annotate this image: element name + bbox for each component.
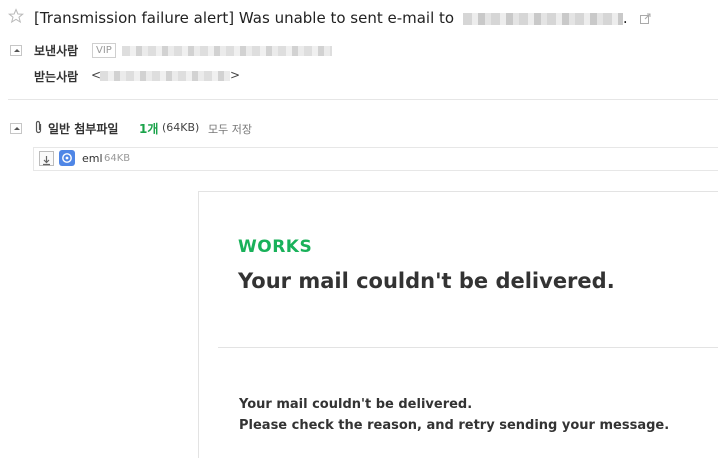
message-divider: [218, 347, 718, 348]
vip-badge: VIP: [92, 43, 116, 58]
message-headline: Your mail couldn't be delivered.: [238, 269, 615, 293]
collapse-header-button[interactable]: [10, 45, 22, 56]
redacted-sender-address[interactable]: [122, 46, 332, 56]
attachment-file-size: 64KB: [104, 153, 131, 164]
works-logo: WORKS: [238, 237, 313, 257]
recipient-close-bracket: >: [230, 68, 241, 82]
collapse-attachments-button[interactable]: [10, 123, 22, 134]
message-line-2: Please check the reason, and retry sendi…: [239, 418, 670, 433]
attachment-file-name[interactable]: eml: [82, 152, 103, 165]
recipient-label: 받는사람: [34, 70, 79, 84]
sender-label: 보낸사람: [34, 44, 79, 58]
message-line-1: Your mail couldn't be delivered.: [239, 397, 473, 412]
attachments-count: 1개: [139, 122, 159, 136]
subject-text: [Transmission failure alert] Was unable …: [34, 9, 455, 27]
mail-file-icon: [59, 150, 75, 166]
attachments-size: (64KB): [162, 121, 200, 134]
open-external-icon[interactable]: [640, 13, 651, 24]
mail-subject: [Transmission failure alert] Was unable …: [34, 8, 651, 28]
attachment-file-row: [33, 147, 718, 171]
redacted-recipient[interactable]: [100, 71, 230, 81]
subject-end-punct: .: [622, 9, 628, 27]
attachments-title: 일반 첨부파일: [48, 122, 119, 136]
download-icon: [43, 156, 50, 166]
star-icon[interactable]: [8, 8, 24, 24]
redacted-recipient-address: [462, 12, 623, 25]
save-all-link[interactable]: 모두 저장: [208, 121, 252, 137]
paperclip-icon: [35, 120, 42, 134]
header-divider: [8, 99, 718, 100]
download-button[interactable]: [39, 151, 54, 166]
